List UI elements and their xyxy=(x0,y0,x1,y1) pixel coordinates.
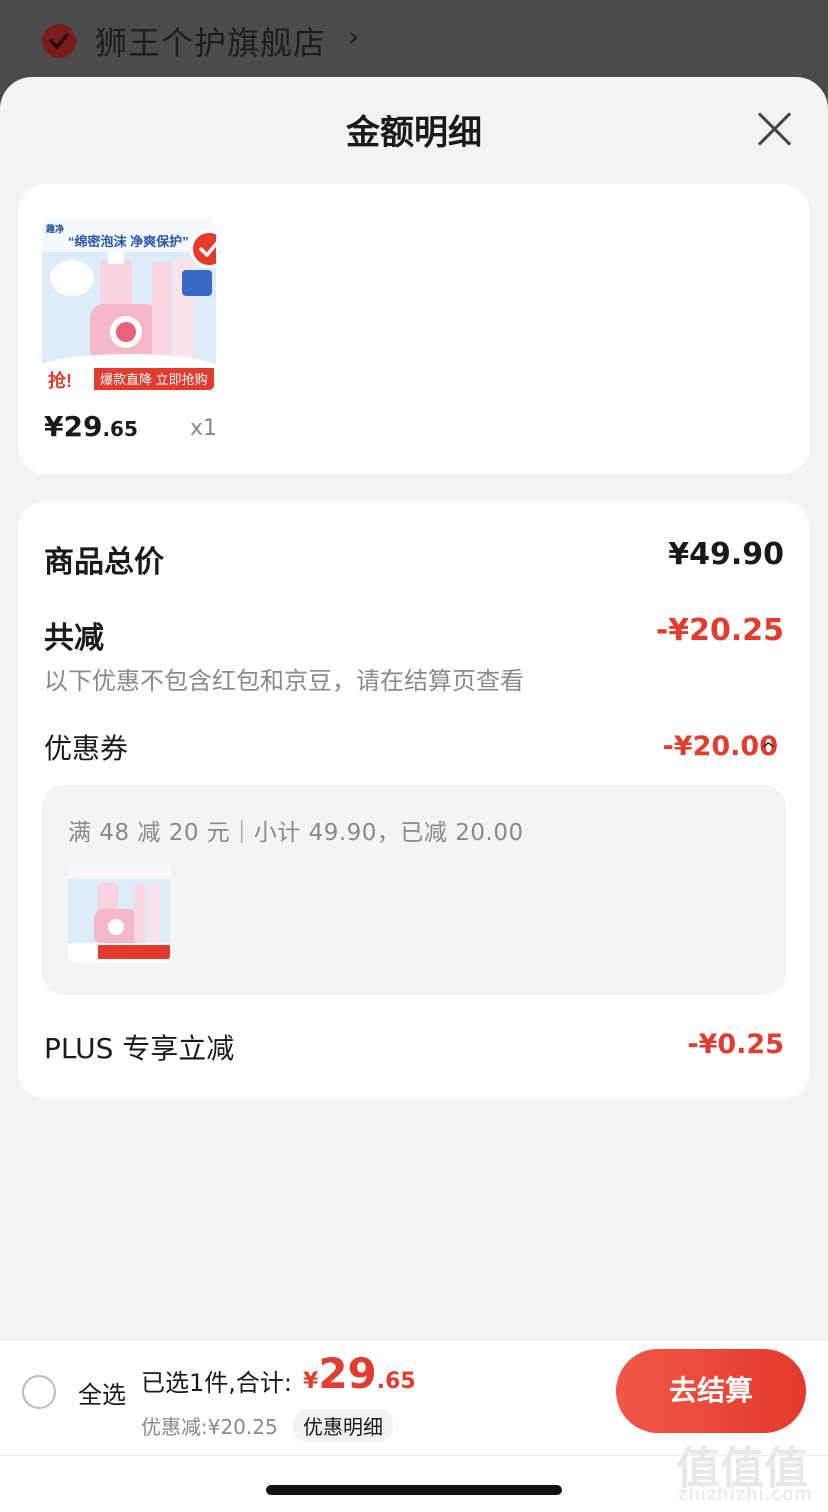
discount-note: 以下优惠不包含红包和京豆，请在结算页查看 xyxy=(44,667,524,695)
discount-detail-link[interactable]: 优惠明细 xyxy=(293,1409,393,1442)
close-icon[interactable] xyxy=(756,111,792,147)
total-int: 29 xyxy=(318,1349,377,1398)
thumb-banner: 爆款直降 立即抢购 xyxy=(100,372,208,387)
thumb-slogan: “绵密泡沫 净爽保护” xyxy=(68,234,189,249)
plus-discount-label: PLUS 专享立减 xyxy=(44,1032,235,1065)
product-price: ¥29.65 xyxy=(44,410,138,443)
selected-summary: 已选1件,合计: xyxy=(141,1369,292,1397)
bottom-bar-divider xyxy=(0,1339,828,1340)
check-circle-icon[interactable] xyxy=(42,24,76,58)
sheet-title: 金额明细 xyxy=(346,113,482,153)
store-name[interactable]: 狮王个护旗舰店 xyxy=(95,18,326,64)
coupon-label[interactable]: 优惠券 xyxy=(44,727,128,767)
watermark-url: zhizhizhi.com xyxy=(678,1484,813,1505)
thumb-badge: 抢! xyxy=(48,370,72,391)
select-all-label[interactable]: 全选 xyxy=(78,1375,126,1410)
product-thumbnail[interactable]: 趣净 “绵密泡沫 净爽保护” 抢! 爆款直降 立即抢购 xyxy=(42,218,216,392)
total-price-value: ¥49.90 xyxy=(668,537,784,572)
price-detail-card: 商品总价 ¥49.90 共减 -¥20.25 以下优惠不包含红包和京豆，请在结算… xyxy=(18,501,810,1099)
home-indicator[interactable] xyxy=(266,1485,562,1495)
chevron-up-icon[interactable]: ^ xyxy=(761,739,776,760)
watermark: 值值值 zhizhizhi.com xyxy=(676,1432,826,1512)
thumb-brand: 趣净 xyxy=(45,223,64,234)
checkout-button[interactable]: 去结算 xyxy=(616,1349,806,1433)
select-all-radio[interactable] xyxy=(22,1375,56,1409)
chevron-right-icon[interactable]: › xyxy=(348,20,359,53)
coupon-product-thumbnail xyxy=(68,859,170,963)
total-amount: ¥29.65 xyxy=(303,1349,416,1398)
discount-amount: 优惠减:¥20.25 xyxy=(141,1415,278,1439)
product-price-int: ¥29 xyxy=(44,410,103,443)
product-quantity: x1 xyxy=(190,416,218,441)
total-dec: .65 xyxy=(376,1369,416,1394)
total-reduce-label: 共减 xyxy=(44,621,104,656)
plus-discount-value: -¥0.25 xyxy=(687,1029,784,1060)
product-price-dec: .65 xyxy=(102,417,138,441)
store-header: 狮王个护旗舰店 › xyxy=(0,0,828,80)
product-card: 趣净 “绵密泡沫 净爽保护” 抢! 爆款直降 立即抢购 ¥29.65 x1 xyxy=(18,184,810,474)
amount-detail-sheet: 金额明细 趣净 “绵密泡沫 净爽保护” 抢! 爆款直降 立即抢购 ¥29.65 … xyxy=(0,77,828,1512)
coupon-description: 满 48 减 20 元｜小计 49.90，已减 20.00 xyxy=(68,820,524,846)
total-currency: ¥ xyxy=(303,1369,319,1394)
total-price-label: 商品总价 xyxy=(44,545,164,580)
coupon-detail-box: 满 48 减 20 元｜小计 49.90，已减 20.00 xyxy=(42,785,786,995)
total-reduce-value: -¥20.25 xyxy=(655,613,784,648)
